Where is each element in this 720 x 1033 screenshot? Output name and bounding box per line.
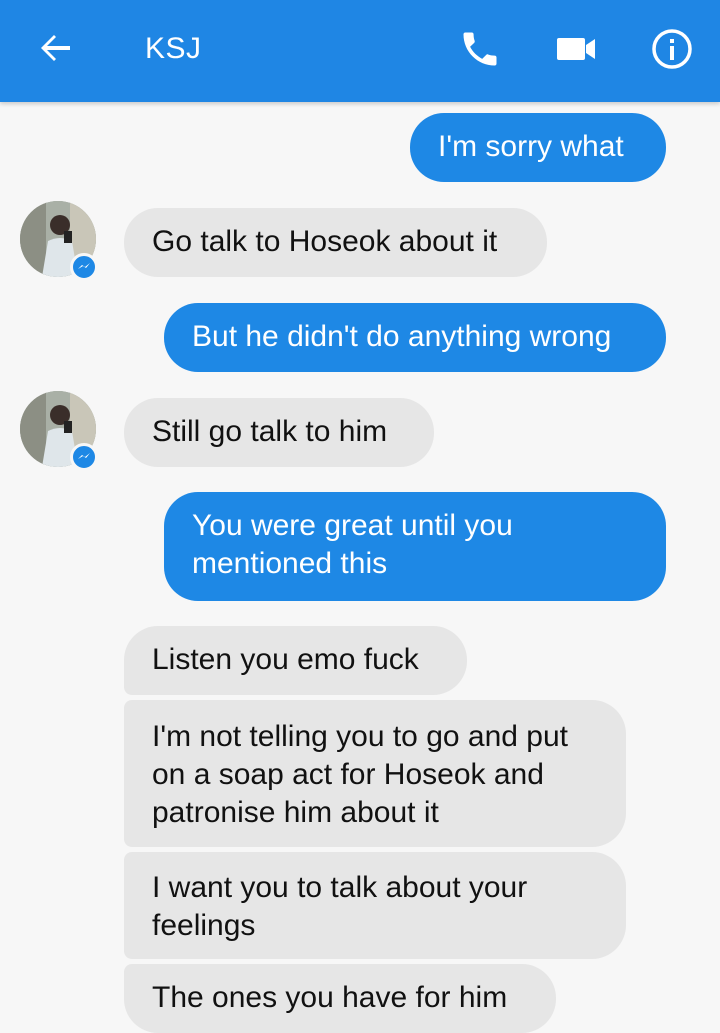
received-message-bubble[interactable]: Still go talk to him — [124, 398, 434, 467]
info-icon[interactable] — [650, 27, 694, 71]
message-text-line: feelings — [152, 909, 256, 942]
messenger-badge-icon — [70, 443, 98, 471]
contact-avatar[interactable] — [20, 391, 104, 475]
received-message-bubble[interactable]: I'm not telling you to go and put on a s… — [124, 700, 626, 847]
sent-message-bubble[interactable]: You were great until you mentioned this — [164, 492, 666, 601]
message-text: Still go talk to him — [152, 415, 388, 448]
message-text-line: I want you to talk about your — [152, 871, 528, 904]
message-text-line: I'm not telling you to go and put — [152, 720, 569, 753]
received-message-bubble[interactable]: Go talk to Hoseok about it — [124, 208, 547, 277]
contact-name-title[interactable]: KSJ — [145, 30, 202, 68]
back-arrow-icon[interactable] — [36, 28, 76, 68]
messenger-badge-icon — [70, 253, 98, 281]
message-thread[interactable]: I'm sorry what Go talk to Hoseok about i… — [0, 0, 720, 1033]
video-camera-icon[interactable] — [555, 30, 599, 68]
received-message-bubble[interactable]: Listen you emo fuck — [124, 626, 467, 695]
message-text: I'm sorry what — [438, 130, 624, 163]
message-text-line: patronise him about it — [152, 796, 439, 829]
conversation-header: KSJ — [0, 0, 720, 102]
message-text-line: on a soap act for Hoseok and — [152, 758, 544, 791]
message-text-line: You were great until you — [192, 509, 513, 542]
sent-message-bubble[interactable]: I'm sorry what — [410, 113, 666, 182]
received-message-bubble[interactable]: The ones you have for him — [124, 964, 556, 1033]
sent-message-bubble[interactable]: But he didn't do anything wrong — [164, 303, 666, 372]
message-text: The ones you have for him — [152, 981, 508, 1014]
contact-avatar[interactable] — [20, 201, 104, 285]
message-text: Listen you emo fuck — [152, 643, 419, 676]
received-message-bubble[interactable]: I want you to talk about your feelings — [124, 852, 626, 959]
phone-icon[interactable] — [458, 27, 502, 71]
message-text: Go talk to Hoseok about it — [152, 225, 498, 258]
message-text-line: mentioned this — [192, 547, 388, 580]
message-text: But he didn't do anything wrong — [192, 320, 612, 353]
